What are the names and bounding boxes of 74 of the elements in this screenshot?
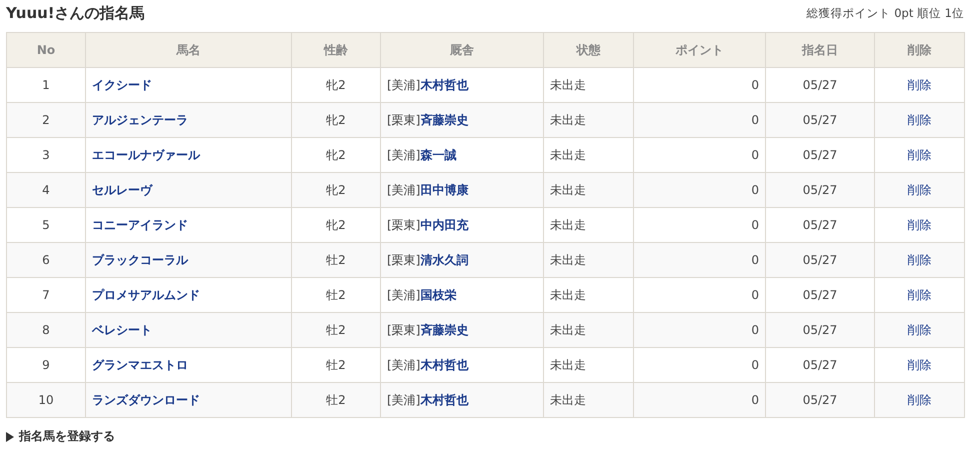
sex-age: 牡2 xyxy=(292,382,380,418)
status: 未出走 xyxy=(544,172,634,208)
trainer-link[interactable]: 森一誠 xyxy=(420,148,456,162)
stable-region: [栗東] xyxy=(387,112,420,126)
delete-link[interactable]: 削除 xyxy=(908,112,932,126)
horse-name-link[interactable]: アルジェンテーラ xyxy=(92,112,188,126)
status: 未出走 xyxy=(544,382,634,418)
nomination-date: 05/27 xyxy=(766,172,874,208)
triangle-icon xyxy=(6,432,14,442)
row-number: 8 xyxy=(6,312,86,348)
row-number: 4 xyxy=(6,172,86,208)
register-link[interactable]: 指名馬を登録する xyxy=(19,428,115,445)
column-header: 指名日 xyxy=(766,32,874,68)
sex-age: 牝2 xyxy=(292,102,380,138)
horse-name-link[interactable]: コニーアイランド xyxy=(92,218,188,232)
delete-link[interactable]: 削除 xyxy=(908,358,932,372)
delete-link[interactable]: 削除 xyxy=(908,252,932,266)
column-header: 状態 xyxy=(544,32,634,68)
stable-region: [美浦] xyxy=(387,358,420,372)
column-header: 削除 xyxy=(874,32,964,68)
delete-link[interactable]: 削除 xyxy=(908,182,932,196)
sex-age: 牡2 xyxy=(292,242,380,278)
trainer-link[interactable]: 清水久詞 xyxy=(420,252,468,266)
column-header: No xyxy=(6,32,86,68)
nomination-date: 05/27 xyxy=(766,382,874,418)
column-header: 馬名 xyxy=(86,32,292,68)
column-header: 性齢 xyxy=(292,32,380,68)
sex-age: 牝2 xyxy=(292,172,380,208)
trainer-link[interactable]: 田中博康 xyxy=(420,182,468,196)
nomination-date: 05/27 xyxy=(766,242,874,278)
stable-region: [美浦] xyxy=(387,148,420,162)
column-header: 厩舎 xyxy=(380,32,544,68)
stable-region: [栗東] xyxy=(387,218,420,232)
stable-region: [栗東] xyxy=(387,252,420,266)
points: 0 xyxy=(634,172,766,208)
horse-name-link[interactable]: ベレシート xyxy=(92,322,152,336)
delete-link[interactable]: 削除 xyxy=(908,78,932,92)
stable-region: [美浦] xyxy=(387,78,420,92)
delete-link[interactable]: 削除 xyxy=(908,148,932,162)
column-header: ポイント xyxy=(634,32,766,68)
horse-name-link[interactable]: グランマエストロ xyxy=(92,358,188,372)
delete-link[interactable]: 削除 xyxy=(908,288,932,302)
points: 0 xyxy=(634,382,766,418)
points: 0 xyxy=(634,102,766,138)
status: 未出走 xyxy=(544,102,634,138)
stable-region: [美浦] xyxy=(387,182,420,196)
trainer-link[interactable]: 国枝栄 xyxy=(420,288,456,302)
stable-region: [栗東] xyxy=(387,322,420,336)
stable-region: [美浦] xyxy=(387,288,420,302)
delete-link[interactable]: 削除 xyxy=(908,392,932,406)
points: 0 xyxy=(634,242,766,278)
status: 未出走 xyxy=(544,312,634,348)
trainer-link[interactable]: 木村哲也 xyxy=(420,358,468,372)
page-title: Yuuu!さんの指名馬 xyxy=(6,4,145,23)
points: 0 xyxy=(634,312,766,348)
trainer-link[interactable]: 中内田充 xyxy=(420,218,468,232)
trainer-link[interactable]: 木村哲也 xyxy=(420,392,468,406)
horse-name-link[interactable]: ブラックコーラル xyxy=(92,252,188,266)
trainer-link[interactable]: 斉藤崇史 xyxy=(420,112,468,126)
horse-name-link[interactable]: セルレーヴ xyxy=(92,182,152,196)
trainer-link[interactable]: 木村哲也 xyxy=(420,78,468,92)
stable-region: [美浦] xyxy=(387,392,420,406)
points-summary: 総獲得ポイント 0pt 順位 1位 xyxy=(806,6,964,21)
row-number: 6 xyxy=(6,242,86,278)
status: 未出走 xyxy=(544,242,634,278)
horse-name-link[interactable]: イクシード xyxy=(92,78,152,92)
nomination-date: 05/27 xyxy=(766,312,874,348)
sex-age: 牡2 xyxy=(292,312,380,348)
nomination-date: 05/27 xyxy=(766,102,874,138)
delete-link[interactable]: 削除 xyxy=(908,218,932,232)
row-number: 2 xyxy=(6,102,86,138)
delete-link[interactable]: 削除 xyxy=(908,322,932,336)
row-number: 10 xyxy=(6,382,86,418)
trainer-link[interactable]: 斉藤崇史 xyxy=(420,322,468,336)
